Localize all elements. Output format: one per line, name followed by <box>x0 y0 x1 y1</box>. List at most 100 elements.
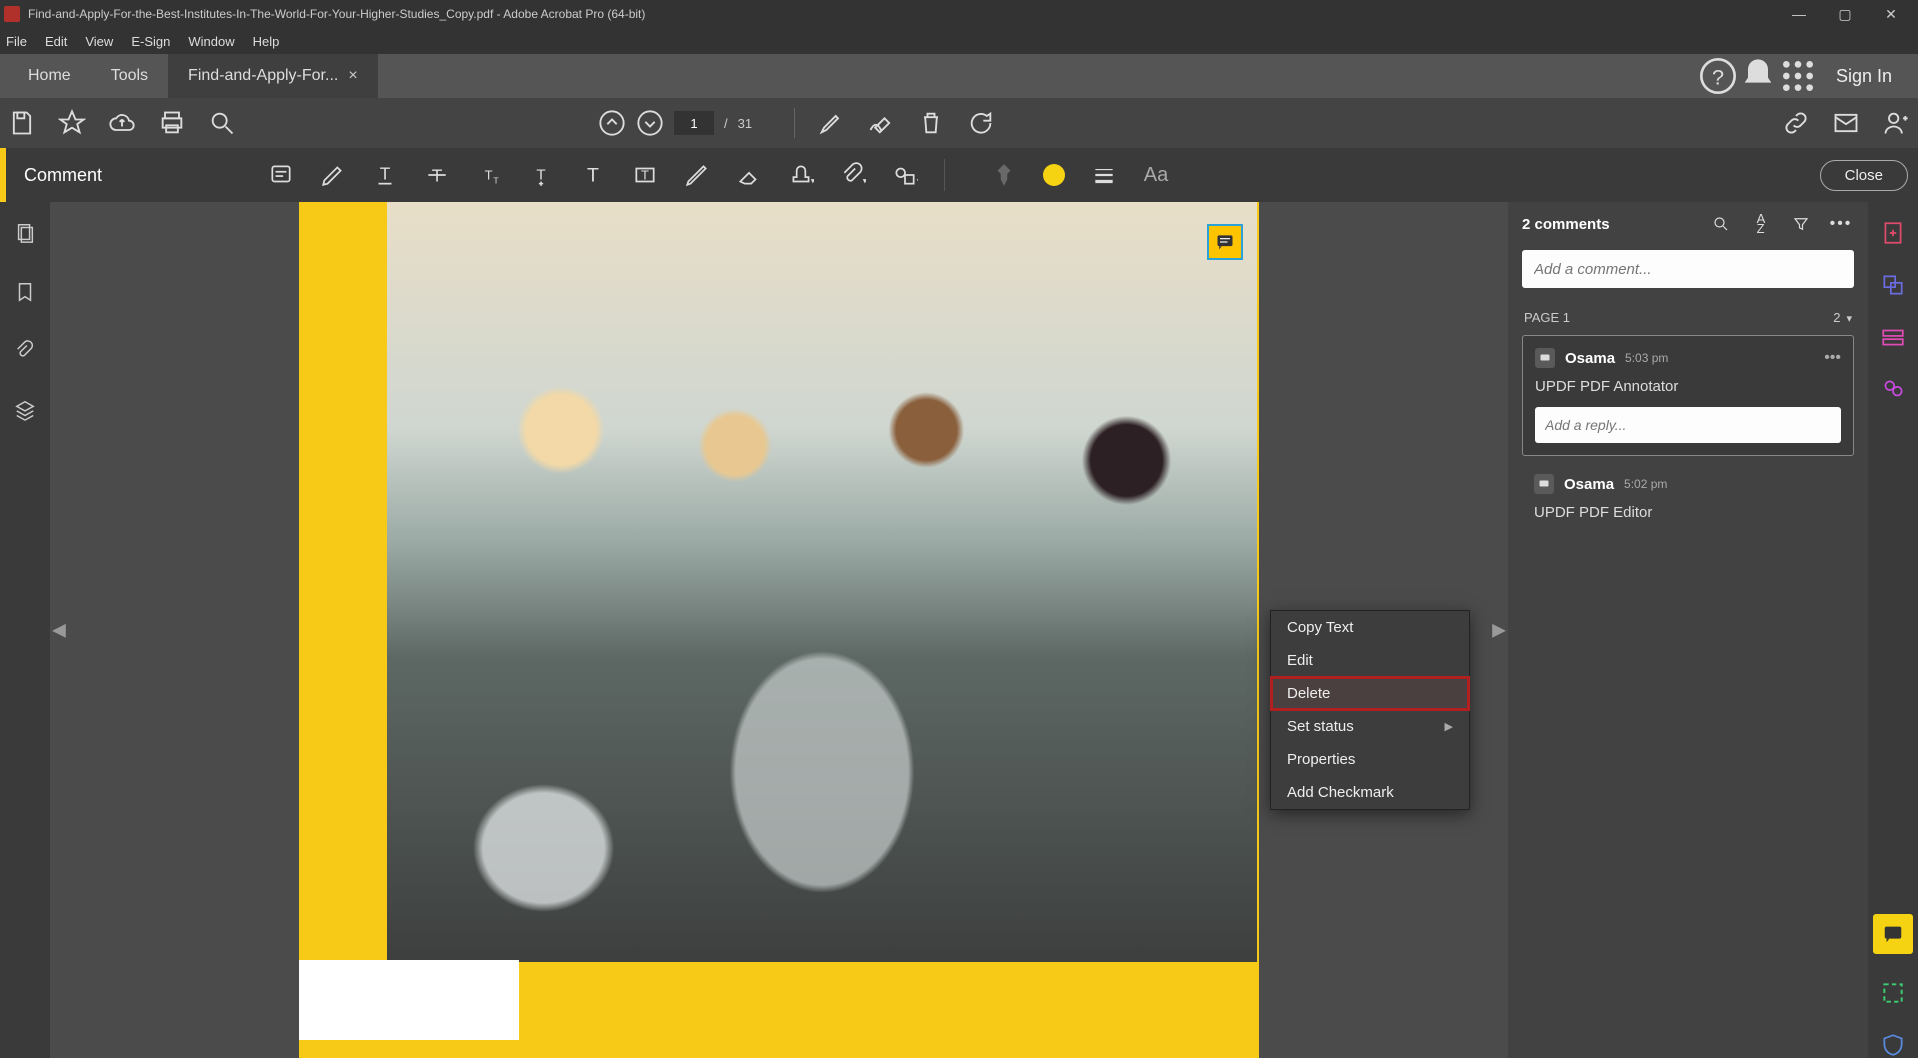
request-signatures-icon[interactable] <box>1880 376 1906 402</box>
comment-time: 5:02 pm <box>1624 477 1667 491</box>
highlight-pen-icon[interactable] <box>320 162 346 188</box>
close-window-button[interactable]: ✕ <box>1868 0 1914 28</box>
shapes-icon[interactable]: ▾ <box>892 162 918 188</box>
highlight-tool-icon[interactable] <box>817 109 845 137</box>
strikethrough-icon[interactable]: T <box>424 162 450 188</box>
sign-in-link[interactable]: Sign In <box>1836 66 1892 87</box>
tab-tools[interactable]: Tools <box>91 54 168 98</box>
color-picker-dot[interactable] <box>1043 164 1065 186</box>
page-up-icon[interactable] <box>598 109 626 137</box>
comment-divider <box>944 159 945 191</box>
cloud-upload-icon[interactable] <box>108 109 136 137</box>
comment-item[interactable]: Osama 5:02 pm UPDF PDF Editor <box>1522 470 1854 537</box>
apps-grid-icon[interactable] <box>1778 54 1818 98</box>
comments-sort-icon[interactable]: AZ <box>1748 214 1774 234</box>
comments-more-icon[interactable]: ••• <box>1828 215 1854 233</box>
maximize-button[interactable]: ▢ <box>1822 0 1868 28</box>
ctx-delete[interactable]: Delete <box>1271 677 1469 710</box>
attachments-panel-icon[interactable] <box>14 340 36 367</box>
pages-panel-icon[interactable] <box>14 222 36 249</box>
menu-help[interactable]: Help <box>253 34 280 49</box>
text-box-icon[interactable]: T <box>632 162 658 188</box>
comment-item[interactable]: Osama 5:03 pm ••• UPDF PDF Annotator <box>1522 335 1854 456</box>
page-down-icon[interactable] <box>636 109 664 137</box>
toolbar-divider <box>794 108 795 138</box>
notifications-icon[interactable] <box>1738 54 1778 98</box>
scan-ocr-icon[interactable] <box>1880 980 1906 1006</box>
ctx-properties[interactable]: Properties <box>1271 743 1469 776</box>
close-comment-button[interactable]: Close <box>1820 160 1908 191</box>
submenu-arrow-icon: ▶ <box>1445 720 1453 733</box>
menu-file[interactable]: File <box>6 34 27 49</box>
sticky-note-icon[interactable] <box>268 162 294 188</box>
protect-icon[interactable] <box>1880 1032 1906 1058</box>
ctx-edit[interactable]: Edit <box>1271 644 1469 677</box>
layers-panel-icon[interactable] <box>14 399 36 426</box>
sign-tool-icon[interactable] <box>867 109 895 137</box>
svg-text:T: T <box>493 176 499 186</box>
svg-text:?: ? <box>1712 64 1724 89</box>
add-comment-input[interactable] <box>1522 250 1854 288</box>
page-number-input[interactable] <box>674 111 714 135</box>
menu-window[interactable]: Window <box>188 34 234 49</box>
prev-page-arrow[interactable]: ◀ <box>52 620 66 641</box>
page-navigator: / 31 <box>598 109 752 137</box>
attachment-icon[interactable]: ▾ <box>840 162 866 188</box>
link-tool-icon[interactable] <box>1782 109 1810 137</box>
svg-text:T: T <box>485 167 493 182</box>
menu-esign[interactable]: E-Sign <box>131 34 170 49</box>
comment-accent <box>0 148 6 202</box>
stamp-icon[interactable]: ▾ <box>788 162 814 188</box>
email-icon[interactable] <box>1832 109 1860 137</box>
comments-filter-icon[interactable] <box>1788 215 1814 233</box>
header-row: Home Tools Find-and-Apply-For... × ? Sig… <box>0 54 1918 98</box>
combine-files-icon[interactable] <box>1880 272 1906 298</box>
delete-page-icon[interactable] <box>917 109 945 137</box>
menu-edit[interactable]: Edit <box>45 34 67 49</box>
underline-text-icon[interactable]: T <box>372 162 398 188</box>
minimize-button[interactable]: ― <box>1776 0 1822 28</box>
help-icon[interactable]: ? <box>1698 54 1738 98</box>
comments-page-row[interactable]: PAGE 1 2 ▾ <box>1524 310 1852 325</box>
share-user-icon[interactable] <box>1882 109 1910 137</box>
ctx-set-status[interactable]: Set status▶ <box>1271 710 1469 743</box>
next-page-arrow[interactable]: ▶ <box>1492 620 1506 641</box>
comment-body: UPDF PDF Editor <box>1534 504 1842 521</box>
comment-author: Osama <box>1565 350 1615 367</box>
comments-search-icon[interactable] <box>1708 215 1734 233</box>
comments-page-count: 2 <box>1833 310 1840 325</box>
save-icon[interactable] <box>8 109 36 137</box>
comments-tool-icon[interactable] <box>1873 914 1913 954</box>
bookmark-panel-icon[interactable] <box>14 281 36 308</box>
page-total: 31 <box>738 116 752 131</box>
text-format-icon[interactable]: Aa <box>1143 162 1169 188</box>
document-photo <box>387 202 1257 962</box>
comment-marker-icon[interactable] <box>1207 224 1243 260</box>
menu-view[interactable]: View <box>85 34 113 49</box>
document-white-strip <box>299 960 519 1040</box>
pin-icon[interactable] <box>991 162 1017 188</box>
eraser-icon[interactable] <box>736 162 762 188</box>
comments-page-label: PAGE 1 <box>1524 310 1570 325</box>
replace-text-icon[interactable]: TT <box>476 162 502 188</box>
comment-more-icon[interactable]: ••• <box>1824 349 1841 367</box>
text-comment-icon[interactable]: T <box>580 162 606 188</box>
edit-pdf-icon[interactable] <box>1880 324 1906 350</box>
tab-document[interactable]: Find-and-Apply-For... × <box>168 54 378 98</box>
star-icon[interactable] <box>58 109 86 137</box>
svg-text:▾: ▾ <box>863 176 866 186</box>
pencil-icon[interactable] <box>684 162 710 188</box>
insert-text-icon[interactable]: T <box>528 162 554 188</box>
find-icon[interactable] <box>208 109 236 137</box>
rotate-icon[interactable] <box>967 109 995 137</box>
create-pdf-icon[interactable] <box>1880 220 1906 246</box>
ctx-copy-text[interactable]: Copy Text <box>1271 611 1469 644</box>
line-thickness-icon[interactable] <box>1091 162 1117 188</box>
chevron-down-icon: ▾ <box>1846 313 1852 325</box>
tab-home[interactable]: Home <box>8 54 91 98</box>
print-icon[interactable] <box>158 109 186 137</box>
ctx-add-checkmark[interactable]: Add Checkmark <box>1271 776 1469 809</box>
add-reply-input[interactable] <box>1535 407 1841 443</box>
tab-close-icon[interactable]: × <box>348 67 357 85</box>
svg-text:T: T <box>536 166 545 183</box>
